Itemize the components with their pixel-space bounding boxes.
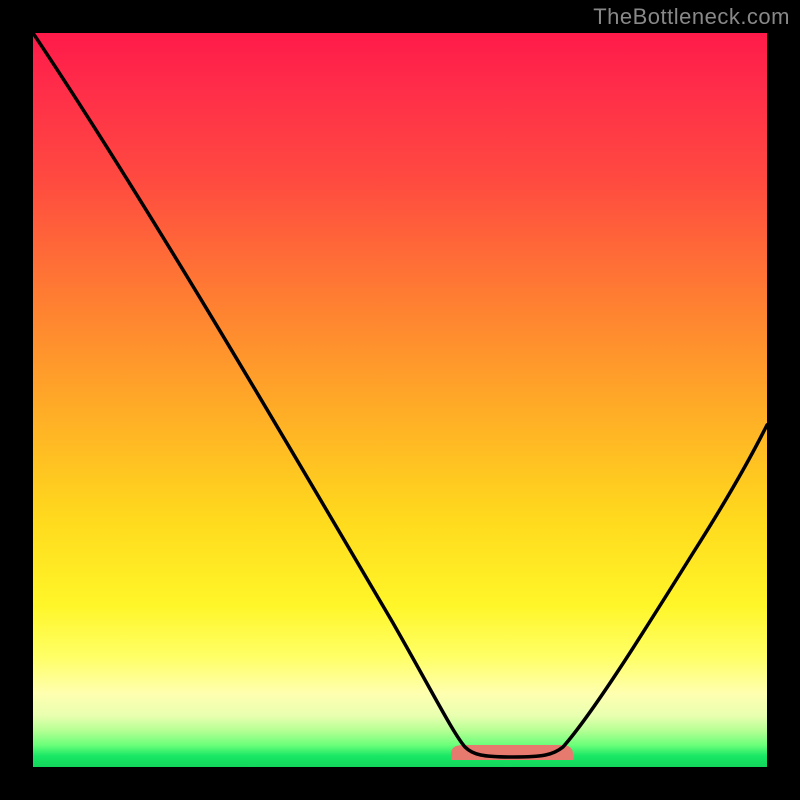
watermark-text: TheBottleneck.com [593, 4, 790, 30]
chart-stage: TheBottleneck.com [0, 0, 800, 800]
bottleneck-curve [33, 33, 767, 757]
curve-layer [33, 33, 767, 767]
plot-area [33, 33, 767, 767]
